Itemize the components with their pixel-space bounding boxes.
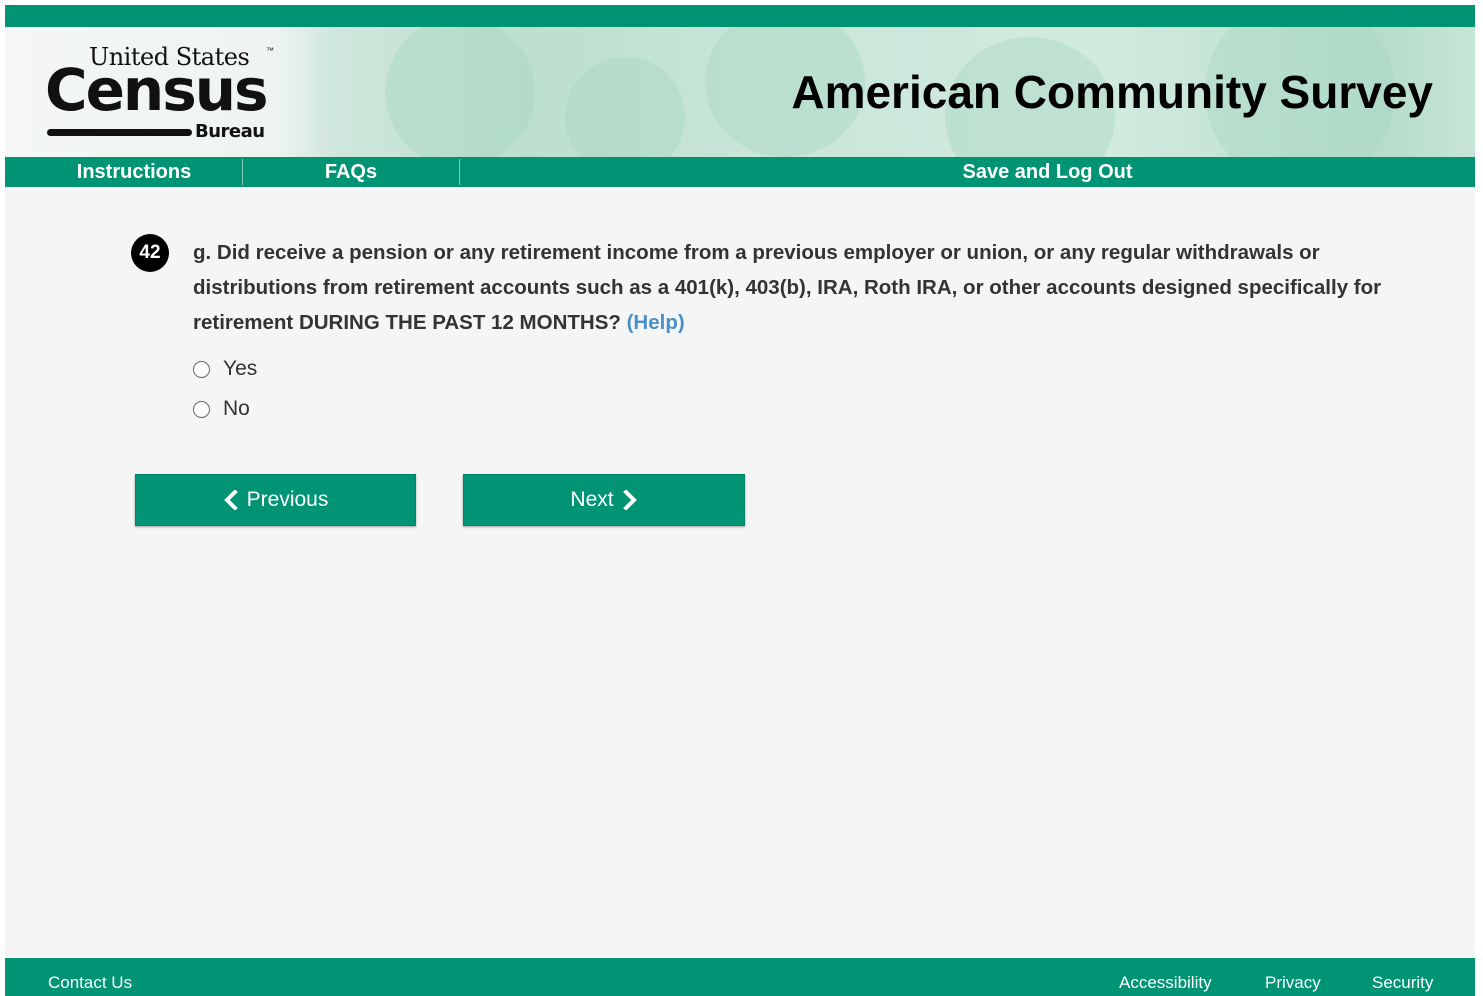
previous-button[interactable]: Previous xyxy=(135,474,416,526)
question-text: g. Did receive a pension or any retireme… xyxy=(193,235,1423,340)
nav-faqs[interactable]: FAQs xyxy=(243,157,459,187)
option-label-yes: Yes xyxy=(223,357,258,380)
nav-bar: Instructions FAQs Save and Log Out xyxy=(5,157,1475,187)
page: United States ™ Census Bureau American C… xyxy=(5,5,1475,996)
banner-photo-shape xyxy=(565,57,685,157)
previous-button-label: Previous xyxy=(246,488,329,511)
nav-instructions[interactable]: Instructions xyxy=(5,157,263,187)
logo-text-main: Census xyxy=(45,56,269,124)
chevron-left-icon xyxy=(223,490,238,510)
radio-yes[interactable] xyxy=(193,360,210,378)
question-number-badge: 42 xyxy=(131,234,169,272)
next-button[interactable]: Next xyxy=(463,474,745,526)
option-label-no: No xyxy=(223,397,250,420)
footer-accessibility[interactable]: Accessibility xyxy=(1119,973,1212,993)
option-yes[interactable]: Yes xyxy=(193,357,257,381)
next-button-label: Next xyxy=(570,488,614,511)
header-banner: United States ™ Census Bureau American C… xyxy=(5,27,1475,157)
footer-bar: Contact Us Accessibility Privacy Securit… xyxy=(5,958,1475,996)
survey-title: American Community Survey xyxy=(791,66,1433,118)
logo-text-bottom: Bureau xyxy=(195,121,265,142)
footer-privacy[interactable]: Privacy xyxy=(1265,973,1321,993)
logo-underline xyxy=(47,129,192,136)
census-bureau-logo[interactable]: United States ™ Census Bureau xyxy=(35,35,275,147)
logo-trademark: ™ xyxy=(266,46,274,55)
question-text-body: g. Did receive a pension or any retireme… xyxy=(193,241,1382,334)
nav-save-logout[interactable]: Save and Log Out xyxy=(460,157,1475,187)
banner-photo-shape xyxy=(385,27,535,157)
help-link[interactable]: (Help) xyxy=(627,311,685,334)
footer-contact-us[interactable]: Contact Us xyxy=(48,973,132,993)
radio-no[interactable] xyxy=(193,400,210,418)
footer-security[interactable]: Security xyxy=(1372,973,1433,993)
top-strip xyxy=(5,5,1475,27)
option-no[interactable]: No xyxy=(193,397,250,421)
chevron-right-icon xyxy=(622,490,637,510)
